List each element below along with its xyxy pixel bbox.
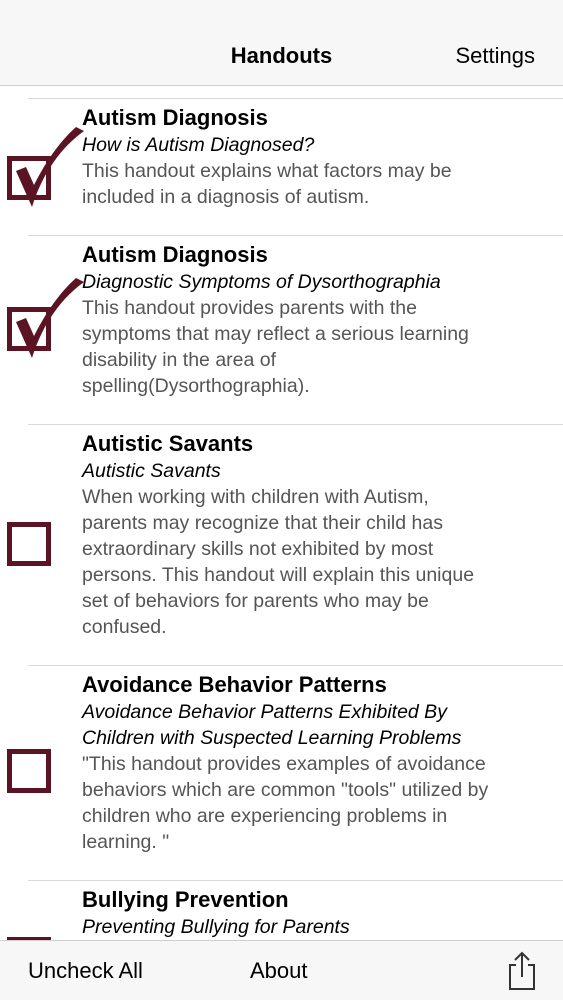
handout-title: Bullying Prevention	[82, 887, 289, 912]
handout-description: When working with children with Autism, …	[82, 486, 475, 638]
handout-checkbox[interactable]	[7, 127, 84, 207]
handout-title: Avoidance Behavior Patterns	[82, 672, 387, 697]
nav-bar: Handouts Settings	[0, 0, 563, 86]
share-icon	[509, 951, 535, 990]
handout-description: "This handout provides examples of avoid…	[82, 753, 489, 853]
handout-title: Autism Diagnosis	[82, 105, 268, 130]
checkmark-icon	[16, 127, 84, 207]
handout-subtitle: Diagnostic Symptoms of Dysorthographia	[82, 271, 441, 293]
handout-title: Autistic Savants	[82, 431, 254, 456]
handout-row[interactable]: Bullying Prevention Preventing Bullying …	[0, 880, 563, 940]
handout-row[interactable]: Autism Diagnosis How is Autism Diagnosed…	[0, 98, 563, 234]
handout-checkbox[interactable]	[7, 522, 51, 566]
about-button[interactable]: About	[250, 957, 308, 985]
handout-description: This handout explains what factors may b…	[82, 160, 452, 208]
handout-row[interactable]: Avoidance Behavior Patterns Avoidance Be…	[0, 665, 563, 879]
handout-description: This handout provides parents with the s…	[82, 297, 469, 397]
handout-checkbox[interactable]	[7, 749, 51, 793]
handout-checkbox[interactable]	[7, 278, 84, 358]
uncheck-all-button[interactable]: Uncheck All	[28, 957, 143, 985]
row-separator	[28, 665, 563, 666]
handout-subtitle: How is Autism Diagnosed?	[82, 134, 315, 156]
row-separator	[28, 98, 563, 99]
checkmark-icon	[16, 278, 84, 358]
handout-row[interactable]: Autistic Savants Autistic Savants When w…	[0, 424, 563, 664]
row-separator	[28, 235, 563, 236]
handout-list[interactable]: Autism Diagnosis How is Autism Diagnosed…	[0, 86, 563, 940]
settings-button[interactable]: Settings	[456, 42, 536, 70]
handout-subtitle: Preventing Bullying for Parents	[82, 916, 350, 938]
share-button[interactable]	[504, 951, 540, 991]
row-separator	[28, 424, 563, 425]
handout-subtitle: Avoidance Behavior Patterns Exhibited By…	[82, 701, 462, 749]
row-separator	[28, 880, 563, 881]
handout-row[interactable]: Autism Diagnosis Diagnostic Symptoms of …	[0, 235, 563, 423]
bottom-toolbar: Uncheck All About	[0, 940, 563, 1000]
handout-title: Autism Diagnosis	[82, 242, 268, 267]
handout-subtitle: Autistic Savants	[82, 460, 221, 482]
